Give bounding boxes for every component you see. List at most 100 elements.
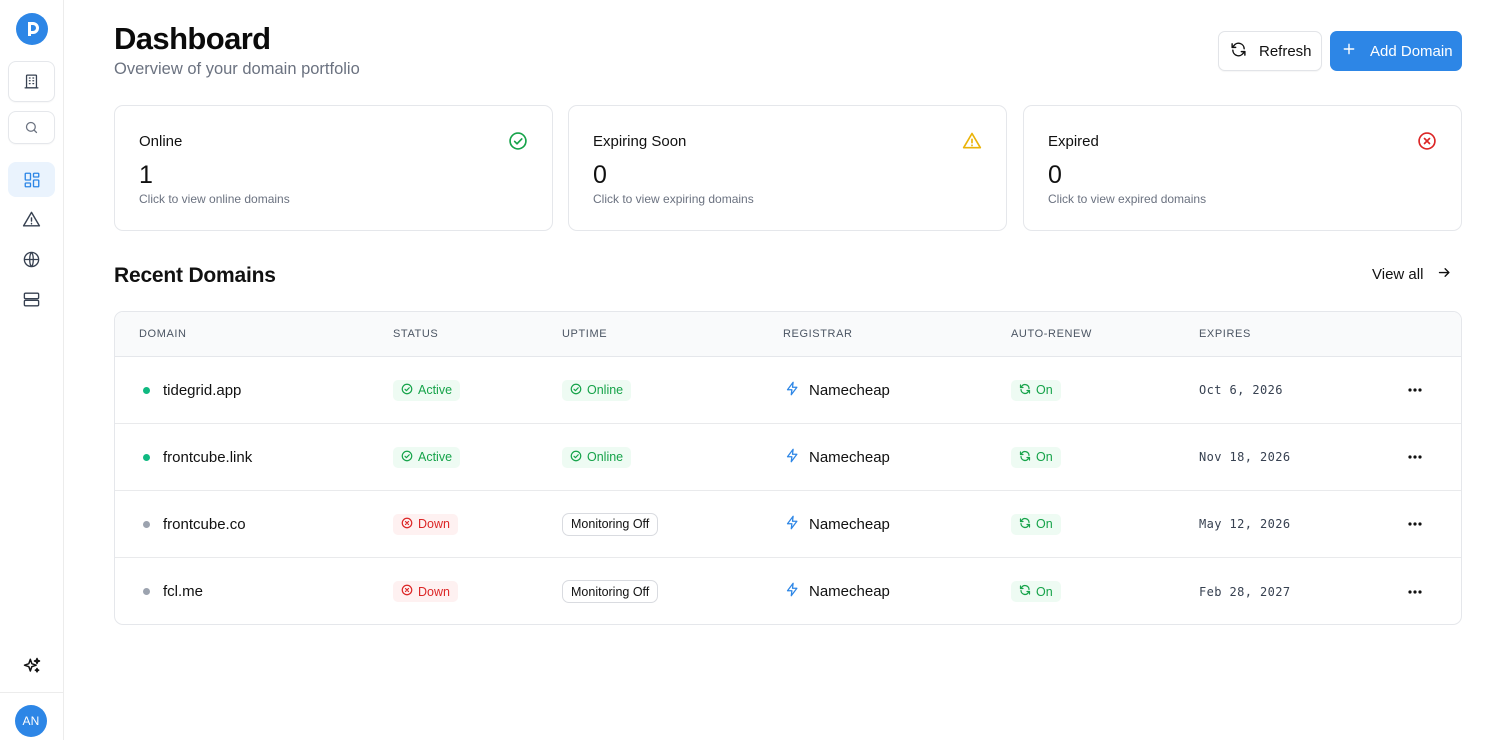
column-header[interactable]: AUTO-RENEW — [1011, 328, 1092, 340]
auto-renew-text: On — [1036, 517, 1053, 531]
table-row[interactable]: frontcube.link Active Online Namecheap O… — [115, 424, 1461, 491]
warning-icon — [22, 210, 41, 229]
expires-date: May 12, 2026 — [1199, 517, 1291, 531]
auto-renew-text: On — [1036, 584, 1053, 599]
table-header: DOMAIN STATUS UPTIME REGISTRAR AUTO-RENE… — [115, 312, 1461, 357]
lightning-icon — [785, 582, 800, 601]
server-icon — [22, 290, 41, 309]
stat-value: 1 — [139, 161, 153, 189]
status-dot — [143, 386, 150, 394]
check-circle-icon — [508, 131, 528, 151]
auto-renew-badge: On — [1011, 379, 1061, 401]
expires-date: Oct 6, 2026 — [1199, 383, 1283, 397]
uptime-badge: Monitoring Off — [562, 512, 659, 536]
sidebar-item-domains[interactable] — [8, 242, 55, 277]
status-text: Down — [418, 517, 450, 531]
sidebar-item-servers[interactable] — [8, 282, 55, 317]
view-all-label: View all — [1372, 266, 1424, 283]
sidebar: AN — [0, 0, 64, 740]
avatar[interactable]: AN — [15, 705, 47, 737]
more-actions-icon[interactable] — [1401, 510, 1429, 538]
view-all-link[interactable]: View all — [1372, 265, 1452, 284]
search-icon — [24, 120, 39, 135]
domain-name[interactable]: fcl.me — [163, 583, 203, 600]
refresh-icon — [1019, 517, 1031, 532]
add-domain-button[interactable]: Add Domain — [1330, 31, 1462, 71]
uptime-badge: Online — [562, 379, 632, 401]
stat-card-expiring[interactable]: Expiring Soon 0 Click to view expiring d… — [568, 105, 1007, 231]
stat-value: 0 — [593, 161, 607, 189]
dashboard-grid-icon — [23, 171, 41, 189]
stat-hint: Click to view expired domains — [1048, 192, 1207, 206]
status-badge: Active — [393, 379, 461, 401]
more-actions-icon[interactable] — [1401, 578, 1429, 606]
expires-date: Feb 28, 2027 — [1199, 584, 1291, 599]
sidebar-item-buildings[interactable] — [8, 61, 55, 102]
sidebar-item-alerts[interactable] — [8, 202, 55, 237]
page-title: Dashboard — [114, 21, 271, 56]
status-text: Active — [418, 383, 453, 397]
page-subtitle: Overview of your domain portfolio — [114, 60, 360, 78]
registrar-name: Namecheap — [809, 381, 890, 399]
sidebar-item-dashboard[interactable] — [8, 162, 55, 197]
column-header[interactable]: EXPIRES — [1199, 328, 1251, 340]
x-circle-icon — [401, 517, 413, 532]
uptime-badge: Online — [562, 446, 632, 468]
refresh-icon — [1230, 41, 1247, 62]
column-header[interactable]: DOMAIN — [139, 328, 187, 340]
registrar-name: Namecheap — [809, 583, 890, 600]
section-title: Recent Domains — [114, 264, 276, 287]
status-badge: Down — [393, 581, 458, 602]
lightning-icon — [785, 448, 800, 467]
table-row[interactable]: tidegrid.app Active Online Namecheap On … — [115, 357, 1461, 424]
sidebar-item-ai[interactable] — [8, 650, 55, 682]
more-actions-icon[interactable] — [1401, 443, 1429, 471]
stat-label: Expiring Soon — [593, 133, 687, 150]
auto-renew-badge: On — [1011, 581, 1061, 602]
check-circle-icon — [570, 383, 582, 398]
registrar-name: Namecheap — [809, 515, 890, 533]
status-badge: Active — [393, 446, 461, 468]
auto-renew-badge: On — [1011, 446, 1061, 468]
stat-card-online[interactable]: Online 1 Click to view online domains — [114, 105, 553, 231]
domain-name[interactable]: tidegrid.app — [163, 382, 241, 399]
stat-card-expired[interactable]: Expired 0 Click to view expired domains — [1023, 105, 1462, 231]
table-row[interactable]: fcl.me Down Monitoring Off Namecheap On … — [115, 558, 1461, 624]
warning-icon — [962, 131, 982, 151]
expires-date: Nov 18, 2026 — [1199, 450, 1291, 464]
refresh-icon — [1019, 584, 1031, 599]
refresh-button[interactable]: Refresh — [1218, 31, 1322, 71]
domain-name[interactable]: frontcube.co — [163, 516, 246, 533]
stat-value: 0 — [1048, 161, 1062, 189]
check-circle-icon — [401, 383, 413, 398]
column-header[interactable]: STATUS — [393, 328, 438, 340]
refresh-icon — [1019, 450, 1031, 465]
sidebar-divider — [0, 692, 64, 693]
registrar-name: Namecheap — [809, 448, 890, 466]
check-circle-icon — [401, 450, 413, 465]
stat-hint: Click to view online domains — [139, 192, 290, 206]
more-actions-icon[interactable] — [1401, 376, 1429, 404]
globe-icon — [22, 250, 41, 269]
domains-table: DOMAIN STATUS UPTIME REGISTRAR AUTO-RENE… — [114, 311, 1462, 625]
status-badge: Down — [393, 513, 458, 535]
sparkles-icon — [22, 656, 42, 676]
add-domain-label: Add Domain — [1370, 42, 1453, 60]
column-header[interactable]: UPTIME — [562, 328, 607, 340]
x-circle-icon — [1417, 131, 1437, 151]
check-circle-icon — [570, 450, 582, 465]
column-header[interactable]: REGISTRAR — [783, 328, 853, 340]
status-dot — [143, 588, 150, 595]
sidebar-item-search[interactable] — [8, 111, 55, 144]
auto-renew-text: On — [1036, 383, 1053, 397]
status-text: Down — [418, 584, 450, 599]
logo-icon[interactable] — [16, 13, 48, 45]
table-row[interactable]: frontcube.co Down Monitoring Off Nameche… — [115, 491, 1461, 558]
uptime-text: Online — [587, 383, 624, 397]
stat-label: Online — [139, 133, 183, 150]
x-circle-icon — [401, 584, 413, 599]
status-dot — [143, 520, 150, 528]
domain-name[interactable]: frontcube.link — [163, 449, 252, 466]
status-text: Active — [418, 450, 453, 464]
buildings-icon — [23, 73, 40, 90]
